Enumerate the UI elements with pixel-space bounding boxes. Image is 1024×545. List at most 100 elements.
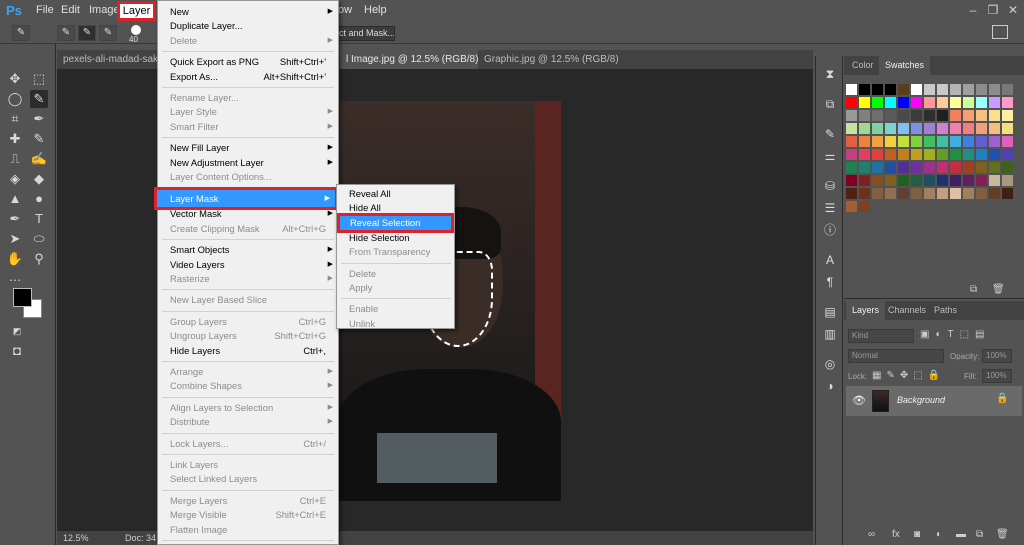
swatch[interactable] xyxy=(872,136,883,147)
swatch[interactable] xyxy=(950,149,961,160)
swatch[interactable] xyxy=(859,136,870,147)
menu-item-delete[interactable]: Delete ▶ xyxy=(158,34,338,48)
menu-item-duplicate-layer[interactable]: Duplicate Layer... xyxy=(158,19,338,33)
swatch[interactable] xyxy=(898,162,909,173)
swatch[interactable] xyxy=(898,136,909,147)
swatch[interactable] xyxy=(846,149,857,160)
swatch[interactable] xyxy=(846,201,857,212)
swatch[interactable] xyxy=(898,123,909,134)
menu-item-hide-layers[interactable]: Hide Layers Ctrl+, xyxy=(158,344,338,358)
swatch[interactable] xyxy=(963,136,974,147)
paths-panel-icon[interactable]: ◎ xyxy=(822,356,838,372)
swatch[interactable] xyxy=(950,188,961,199)
doc-tab-pexels[interactable]: pexels-ali-madad-sakhi xyxy=(57,50,157,69)
swatch[interactable] xyxy=(872,84,883,95)
swatch[interactable] xyxy=(989,162,1000,173)
foreground-color-swatch[interactable] xyxy=(13,288,32,307)
swatch[interactable] xyxy=(963,162,974,173)
swatch[interactable] xyxy=(989,175,1000,186)
fill-field[interactable]: 100% xyxy=(982,369,1012,383)
submenu-item-reveal-selection[interactable]: Reveal Selection xyxy=(337,212,454,233)
blur-tool-icon[interactable]: ▲ xyxy=(6,190,24,208)
crop-tool-icon[interactable]: ⌗ xyxy=(6,110,24,128)
submenu-item-delete[interactable]: Delete xyxy=(337,267,454,281)
swatch[interactable] xyxy=(924,123,935,134)
swatch[interactable] xyxy=(976,123,987,134)
brush-preview-icon[interactable] xyxy=(131,25,141,35)
new-swatch-icon[interactable]: ⧉ xyxy=(970,284,977,295)
swatch[interactable] xyxy=(872,188,883,199)
menu-item-new[interactable]: New ▶ xyxy=(158,5,338,19)
menu-item-layer-style[interactable]: Layer Style ▶ xyxy=(158,105,338,119)
swatch[interactable] xyxy=(989,84,1000,95)
tab-color[interactable]: Color xyxy=(846,56,880,75)
swatch[interactable] xyxy=(859,201,870,212)
pen-tool-icon[interactable]: ✒ xyxy=(6,210,24,228)
menu-item-smart-filter[interactable]: Smart Filter ▶ xyxy=(158,120,338,134)
submenu-item-reveal-all[interactable]: Reveal All xyxy=(337,187,454,201)
swatch[interactable] xyxy=(937,110,948,121)
tab-layers[interactable]: Layers xyxy=(846,301,886,320)
swatch[interactable] xyxy=(911,188,922,199)
new-selection-icon[interactable]: ✎ xyxy=(57,25,75,41)
menu-item-flatten-image[interactable]: Flatten Image xyxy=(158,523,338,537)
ellipse-tool-icon[interactable]: ⬭ xyxy=(30,230,48,248)
menu-item-video-layers[interactable]: Video Layers ▶ xyxy=(158,258,338,272)
properties-panel-icon[interactable]: ⧉ xyxy=(822,96,838,112)
swatch[interactable] xyxy=(859,175,870,186)
swatch[interactable] xyxy=(859,97,870,108)
move-tool-icon[interactable]: ✥ xyxy=(6,70,24,88)
more-tools-icon[interactable]: … xyxy=(6,268,24,286)
swatch[interactable] xyxy=(976,175,987,186)
menu-item-merge-layers[interactable]: Merge Layers Ctrl+E xyxy=(158,494,338,508)
menu-help[interactable]: Help xyxy=(364,4,387,16)
swatch[interactable] xyxy=(911,136,922,147)
swatch[interactable] xyxy=(885,188,896,199)
submenu-item-enable[interactable]: Enable xyxy=(337,302,454,316)
swatch[interactable] xyxy=(937,149,948,160)
marquee-tool-icon[interactable]: ⬚ xyxy=(30,70,48,88)
swatch[interactable] xyxy=(963,188,974,199)
hand-tool-icon[interactable]: ✋ xyxy=(6,250,24,268)
swatch[interactable] xyxy=(950,175,961,186)
new-group-icon[interactable]: ▬ xyxy=(956,529,966,540)
swatch[interactable] xyxy=(885,162,896,173)
swatch[interactable] xyxy=(1002,188,1013,199)
link-layers-icon[interactable]: ∞ xyxy=(868,529,875,540)
quick-selection-tool-icon[interactable]: ✎ xyxy=(30,90,48,108)
eyedropper-tool-icon[interactable]: ✒ xyxy=(30,110,48,128)
swatch[interactable] xyxy=(963,175,974,186)
swatch[interactable] xyxy=(1002,162,1013,173)
swatch[interactable] xyxy=(976,149,987,160)
menu-item-rename-layer[interactable]: Rename Layer... xyxy=(158,91,338,105)
swatch[interactable] xyxy=(872,110,883,121)
swatch[interactable] xyxy=(911,123,922,134)
swatch[interactable] xyxy=(989,136,1000,147)
eraser-tool-icon[interactable]: ◈ xyxy=(6,170,24,188)
brush-tool-icon[interactable]: ✎ xyxy=(30,130,48,148)
swatch[interactable] xyxy=(937,162,948,173)
menu-item-new-fill-layer[interactable]: New Fill Layer ▶ xyxy=(158,141,338,155)
swatch[interactable] xyxy=(1002,123,1013,134)
swatch[interactable] xyxy=(989,123,1000,134)
workspace-icon[interactable] xyxy=(992,25,1008,39)
blend-mode-select[interactable]: Normal xyxy=(848,349,944,363)
swatch[interactable] xyxy=(872,162,883,173)
path-selection-icon[interactable]: ➤ xyxy=(6,230,24,248)
swatch[interactable] xyxy=(859,162,870,173)
swatch[interactable] xyxy=(898,110,909,121)
close-icon[interactable]: ✕ xyxy=(1006,3,1020,17)
swatch[interactable] xyxy=(846,97,857,108)
swatch[interactable] xyxy=(924,84,935,95)
swatch[interactable] xyxy=(1002,149,1013,160)
notes-icon[interactable]: ▥ xyxy=(822,326,838,342)
adjustments-icon[interactable]: ⚌ xyxy=(822,148,838,164)
swatch[interactable] xyxy=(846,110,857,121)
visibility-eye-icon[interactable]: 👁 xyxy=(852,394,866,407)
swatch[interactable] xyxy=(846,136,857,147)
menu-item-lock-layers[interactable]: Lock Layers... Ctrl+/ xyxy=(158,437,338,451)
menu-item-quick-export-as-png[interactable]: Quick Export as PNG Shift+Ctrl+' xyxy=(158,55,338,69)
menu-item-merge-visible[interactable]: Merge Visible Shift+Ctrl+E xyxy=(158,508,338,522)
swatch[interactable] xyxy=(937,136,948,147)
swatch[interactable] xyxy=(872,123,883,134)
